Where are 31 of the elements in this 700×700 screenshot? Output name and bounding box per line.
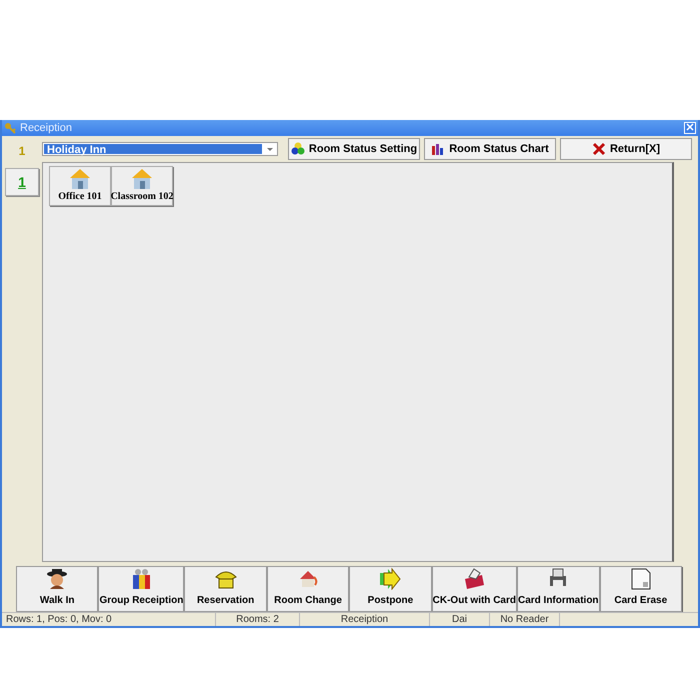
action-button[interactable]: Reservation [184, 566, 267, 612]
status-text: Rows: 1, Pos: 0, Mov: 0 [2, 613, 216, 626]
bar-chart-icon [431, 142, 446, 156]
close-button[interactable] [684, 122, 696, 134]
window-title: Receiption [20, 120, 72, 136]
arrows-icon [378, 567, 402, 590]
action-button[interactable]: Room Change [266, 566, 350, 612]
card-reader-icon [462, 567, 486, 590]
status-text: No Reader [490, 613, 560, 626]
action-button[interactable]: CK-Out with Card [432, 566, 517, 612]
action-button[interactable]: Card Erase [600, 566, 682, 612]
key-icon [4, 122, 16, 134]
room-tile[interactable]: Office 101 [49, 166, 111, 206]
action-button[interactable]: Walk In [16, 566, 98, 612]
cross-icon [592, 142, 606, 156]
action-button[interactable]: Card Information [516, 566, 600, 612]
toolbar-button[interactable]: Return[X] [560, 138, 692, 160]
action-button[interactable]: Group Receiption [98, 566, 184, 612]
blank-card-icon [628, 567, 653, 590]
status-text: Receiption [300, 613, 430, 626]
hotel-dropdown[interactable]: Holiday Inn [42, 142, 278, 156]
person-icon [45, 567, 70, 590]
toolbar-button[interactable]: Room Status Setting [288, 138, 420, 160]
room-tile[interactable]: Classroom 102 [111, 166, 173, 206]
balls-icon [290, 142, 305, 156]
close-icon [686, 123, 694, 132]
status-text: Rooms: 2 [216, 613, 300, 626]
toolbar-button[interactable]: Room Status Chart [424, 138, 556, 160]
status-text: Dai [430, 613, 490, 626]
floor-number: 1 [18, 143, 26, 160]
action-button[interactable]: Postpone [349, 566, 432, 612]
